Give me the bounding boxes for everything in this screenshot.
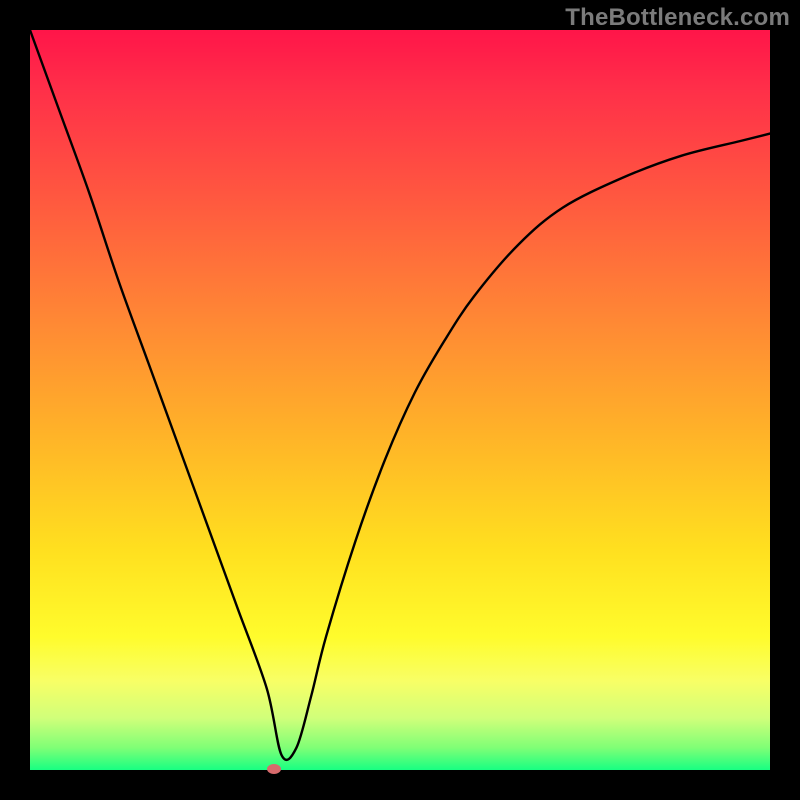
plot-area [30, 30, 770, 770]
bottleneck-curve [30, 30, 770, 760]
curve-svg [30, 30, 770, 770]
watermark-text: TheBottleneck.com [565, 4, 790, 32]
chart-frame: TheBottleneck.com [0, 0, 800, 800]
minimum-point-marker [267, 764, 281, 774]
